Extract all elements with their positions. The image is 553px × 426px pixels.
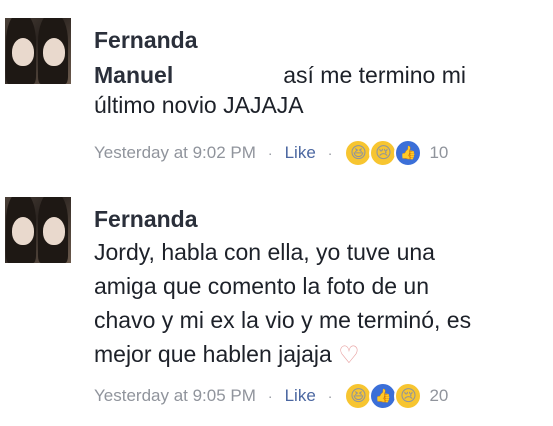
comment-author[interactable]: Fernanda xyxy=(94,205,543,233)
comment-text-line: chavo y mi ex la vio y me terminó, es xyxy=(94,307,472,333)
comment-text-line: amiga que comento la foto de un xyxy=(94,273,430,299)
separator: · xyxy=(327,145,333,161)
comment-timestamp[interactable]: Yesterday at 9:05 PM xyxy=(94,386,256,406)
tagged-user[interactable]: Manuel xyxy=(94,62,173,88)
heart-outline-icon: ♡ xyxy=(338,341,360,369)
reactions[interactable]: 😆 😢 👍 10 xyxy=(344,139,448,167)
like-link[interactable]: Like xyxy=(285,386,316,406)
sad-reaction-icon: 😢 xyxy=(394,381,423,410)
comment-author[interactable]: Fernanda xyxy=(94,26,543,54)
comment-timestamp[interactable]: Yesterday at 9:02 PM xyxy=(94,143,256,163)
sad-reaction-icon: 😢 xyxy=(369,139,398,167)
like-link[interactable]: Like xyxy=(285,143,316,163)
reaction-count: 20 xyxy=(429,385,449,405)
comment-meta: Yesterday at 9:05 PM · Like · 😆 👍 😢 20 xyxy=(94,381,543,411)
comment-text-line: Jordy, habla con ella, yo tuve una xyxy=(94,239,435,265)
reactions[interactable]: 😆 👍 😢 20 xyxy=(344,381,449,410)
separator: · xyxy=(267,145,273,161)
haha-reaction-icon: 😆 xyxy=(344,139,373,167)
avatar[interactable] xyxy=(5,18,71,84)
separator: · xyxy=(267,387,273,404)
avatar-face-left xyxy=(12,38,34,66)
avatar-face-left xyxy=(12,217,34,245)
reaction-count: 10 xyxy=(429,143,449,162)
comment-meta: Yesterday at 9:02 PM · Like · 😆 😢 👍 10 xyxy=(94,138,543,168)
comment-text-line2: último novio JAJAJA xyxy=(94,92,304,118)
comment-text: Jordy, habla con ella, yo tuve una amiga… xyxy=(94,235,543,373)
avatar-face-right xyxy=(43,38,65,66)
comment-text-line: mejor que hablen jajaja xyxy=(94,341,332,367)
comment-text-line1: así me termino mi xyxy=(283,62,466,88)
like-reaction-icon: 👍 xyxy=(394,139,423,167)
comment-text: Manuel así me termino mi último novio JAJ… xyxy=(94,60,543,120)
like-reaction-icon: 👍 xyxy=(369,381,398,410)
avatar[interactable] xyxy=(5,197,71,263)
separator: · xyxy=(327,387,333,404)
comment-text-last-line: mejor que hablen jajaja ♡ xyxy=(94,337,543,373)
haha-reaction-icon: 😆 xyxy=(344,381,373,410)
avatar-face-right xyxy=(43,217,65,245)
